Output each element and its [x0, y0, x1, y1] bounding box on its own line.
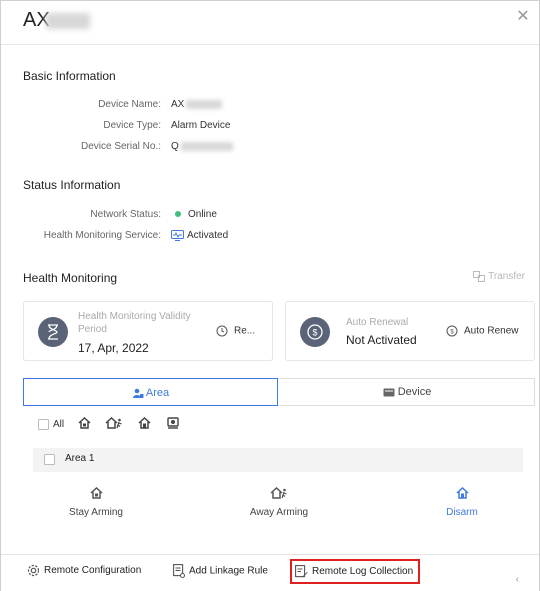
serial-row: Device Serial No.: Q	[1, 139, 540, 155]
auto-renew-icon: $	[446, 325, 458, 337]
linkage-rule-icon	[173, 564, 185, 578]
health-monitoring-title: Health Monitoring	[23, 271, 118, 285]
remote-log-collection-button[interactable]: Remote Log Collection	[290, 559, 421, 584]
area-checkbox[interactable]	[44, 454, 55, 465]
hourglass-icon	[38, 317, 68, 347]
stay-arm-icon	[89, 487, 103, 499]
device-name-value: AX	[171, 97, 223, 113]
stay-arming-label: Stay Arming	[69, 507, 123, 518]
transfer-button[interactable]: Transfer	[473, 271, 525, 282]
gear-icon	[27, 564, 40, 577]
device-name-row: Device Name: AX	[1, 97, 540, 113]
health-service-label: Health Monitoring Service:	[43, 230, 161, 241]
serial-label: Device Serial No.:	[80, 141, 161, 152]
online-dot-icon	[175, 211, 181, 218]
disarm-label: Disarm	[446, 507, 478, 518]
close-icon[interactable]: ✕	[513, 7, 533, 27]
stay-arming-button[interactable]: Stay Arming	[46, 487, 146, 518]
away-arming-label: Away Arming	[249, 507, 309, 518]
away-arming-button[interactable]: Away Arming	[229, 487, 329, 518]
area-row[interactable]: Area 1	[33, 448, 523, 472]
disarm-icon	[455, 487, 469, 499]
svg-text:$: $	[312, 328, 317, 338]
network-status-text: Online	[188, 209, 217, 220]
serial-text: Q	[171, 141, 179, 152]
remote-configuration-button[interactable]: Remote Configuration	[27, 564, 141, 577]
health-service-value: Activated	[171, 228, 228, 244]
remote-configuration-label: Remote Configuration	[44, 565, 142, 577]
area-name: Area 1	[65, 453, 95, 464]
tab-area-label: Area	[145, 387, 170, 399]
select-all-label: All	[53, 419, 65, 430]
status-information-title: Status Information	[23, 178, 121, 192]
area-icon	[132, 388, 144, 398]
dialog-title: AX	[23, 9, 90, 32]
tab-area[interactable]: Area	[23, 378, 278, 406]
disarm-all-icon[interactable]	[138, 416, 151, 432]
more-actions-icon[interactable]: ‹	[516, 574, 519, 585]
log-collection-icon	[295, 565, 308, 578]
renew-label: Re...	[234, 325, 256, 337]
device-icon	[383, 388, 395, 397]
health-service-row: Health Monitoring Service: Activated	[1, 228, 540, 244]
renew-button[interactable]: Re...	[216, 325, 255, 337]
select-all-checkbox[interactable]	[38, 419, 49, 430]
disarm-button[interactable]: Disarm	[412, 487, 512, 518]
network-status-row: Network Status: Online	[1, 207, 540, 223]
auto-renewal-value: Not Activated	[346, 333, 417, 347]
tab-device[interactable]: Device	[279, 379, 535, 405]
auto-renew-label: Auto Renew	[464, 325, 519, 337]
monitor-icon	[171, 229, 184, 241]
clock-icon	[216, 325, 228, 337]
serial-value: Q	[171, 139, 233, 155]
renewal-icon: $	[300, 317, 330, 347]
auto-renewal-card: $ Auto Renewal Not Activated $ Auto Renew	[285, 301, 535, 361]
device-type-label: Device Type:	[103, 120, 161, 131]
svg-text:$: $	[450, 330, 454, 336]
remote-log-collection-label: Remote Log Collection	[312, 566, 414, 578]
validity-value: 17, Apr, 2022	[78, 341, 149, 355]
auto-renewal-label: Auto Renewal	[346, 317, 409, 328]
dialog-footer: Remote Configuration Add Linkage Rule Re…	[1, 554, 539, 591]
redacted-serial	[180, 141, 233, 151]
validity-label: Health Monitoring Validity Period	[78, 311, 191, 335]
area-device-tabs: Area Device	[23, 378, 535, 406]
auto-renew-button[interactable]: $ Auto Renew	[446, 325, 518, 337]
device-type-row: Device Type: Alarm Device	[1, 118, 540, 134]
device-details-dialog: AX ✕ Basic Information Device Name: AX D…	[0, 0, 540, 591]
validity-card: Health Monitoring Validity Period 17, Ap…	[23, 301, 273, 361]
away-arm-icon	[270, 487, 287, 499]
network-status-value: Online	[171, 207, 217, 223]
stay-arm-all-icon[interactable]	[78, 416, 91, 432]
transfer-label: Transfer	[488, 271, 525, 283]
dialog-header: AX ✕	[1, 1, 539, 45]
tab-device-label: Device	[397, 386, 432, 398]
basic-information-title: Basic Information	[23, 69, 116, 83]
add-linkage-rule-button[interactable]: Add Linkage Rule	[173, 564, 268, 578]
redacted-title	[45, 12, 90, 29]
device-type-value: Alarm Device	[171, 120, 231, 131]
network-status-label: Network Status:	[90, 209, 161, 220]
away-arm-all-icon[interactable]	[105, 416, 123, 432]
add-linkage-rule-label: Add Linkage Rule	[189, 565, 268, 577]
clear-alarm-icon[interactable]	[167, 417, 179, 432]
device-name-label: Device Name:	[98, 99, 161, 110]
health-service-text: Activated	[187, 230, 229, 241]
redacted-device-name	[186, 99, 223, 109]
transfer-icon	[473, 271, 486, 282]
device-name-text: AX	[171, 99, 185, 110]
